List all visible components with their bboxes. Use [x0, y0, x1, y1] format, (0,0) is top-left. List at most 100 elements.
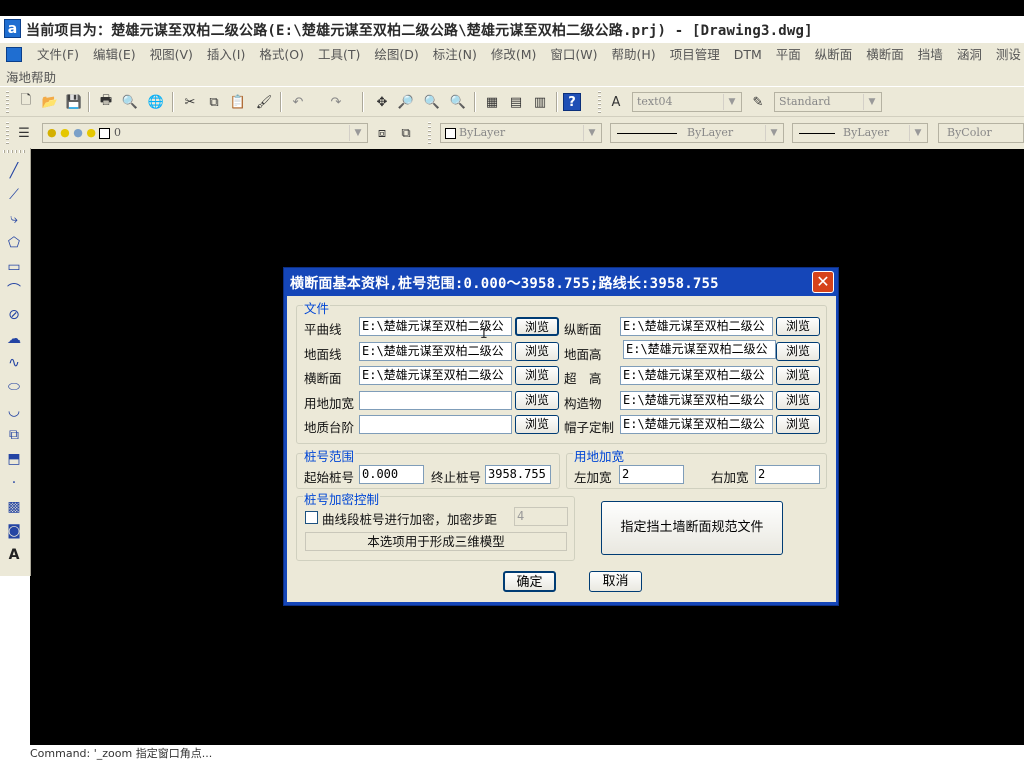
structure-field[interactable]: E:\楚雄元谋至双柏二级公 [620, 391, 773, 410]
menu-profile[interactable]: 纵断面 [808, 46, 860, 64]
cancel-button[interactable]: 取消 [589, 571, 642, 592]
hatch-icon[interactable]: ▩ [5, 498, 23, 516]
ok-button[interactable]: 确定 [503, 571, 556, 592]
line-icon[interactable]: ╱ [5, 162, 23, 180]
densify-checkbox[interactable] [305, 511, 318, 524]
browse-cross-section-button[interactable]: 浏览 [515, 366, 559, 385]
browse-cap-custom-button[interactable]: 浏览 [776, 415, 820, 434]
arc-icon[interactable]: ⌒ [5, 282, 23, 300]
lightbulb-icon[interactable]: ● [47, 126, 57, 139]
toolbar-grip[interactable] [6, 91, 9, 113]
help-icon[interactable]: ? [563, 93, 581, 111]
lineweight-dropdown[interactable]: ByLayer ▼ [792, 123, 928, 143]
geology-step-field[interactable] [359, 415, 512, 434]
menu-insert[interactable]: 插入(I) [200, 46, 252, 64]
polyline-icon[interactable]: ⤷ [5, 210, 23, 228]
properties-icon[interactable]: ▦ [482, 92, 502, 112]
browse-land-widen-button[interactable]: 浏览 [515, 391, 559, 410]
spline-icon[interactable]: ∿ [5, 354, 23, 372]
browse-structure-button[interactable]: 浏览 [776, 391, 820, 410]
zoom-window-icon[interactable]: 🔍 [422, 92, 442, 112]
menu-view[interactable]: 视图(V) [143, 46, 200, 64]
region-icon[interactable]: ◙ [5, 522, 23, 540]
browse-horizontal-curve-button[interactable]: 浏览 [515, 317, 559, 336]
make-block-icon[interactable]: ⬒ [5, 450, 23, 468]
dim-style-dropdown[interactable]: Standard ▼ [774, 92, 882, 112]
ground-elevation-field[interactable]: E:\楚雄元谋至双柏二级公 [623, 340, 776, 359]
menu-edit[interactable]: 编辑(E) [86, 46, 143, 64]
menu-cross-section[interactable]: 横断面 [859, 46, 911, 64]
toolbar-grip[interactable] [598, 91, 601, 113]
revision-cloud-icon[interactable]: ☁ [5, 330, 23, 348]
copy-icon[interactable]: ⧉ [204, 92, 224, 112]
text-style-dropdown[interactable]: text04 ▼ [632, 92, 742, 112]
publish-icon[interactable]: 🌐 [146, 92, 166, 112]
left-widen-field[interactable]: 2 [619, 465, 684, 484]
pan-icon[interactable]: ✥ [372, 92, 392, 112]
text-style-icon[interactable]: A [606, 92, 626, 112]
print-preview-icon[interactable]: 🔍 [120, 92, 140, 112]
ground-line-field[interactable]: E:\楚雄元谋至双柏二级公 [359, 342, 512, 361]
menu-dtm[interactable]: DTM [727, 46, 769, 64]
browse-ground-elevation-button[interactable]: 浏览 [776, 342, 820, 361]
document-system-icon[interactable] [6, 47, 22, 62]
insert-block-icon[interactable]: ⧉ [5, 426, 23, 444]
save-icon[interactable]: 💾 [64, 92, 84, 112]
menu-tools[interactable]: 工具(T) [311, 46, 367, 64]
menu-format[interactable]: 格式(O) [252, 46, 311, 64]
retaining-wall-spec-button[interactable]: 指定挡土墙断面规范文件 [601, 501, 783, 555]
end-station-field[interactable]: 3958.755 [485, 465, 551, 484]
toolbar-grip[interactable] [6, 122, 9, 144]
sun-icon[interactable]: ● [60, 126, 70, 139]
layer-manager-icon[interactable]: ☰ [14, 123, 34, 143]
undo-icon[interactable]: ↶ [288, 92, 308, 112]
circle-icon[interactable]: ⊘ [5, 306, 23, 324]
polygon-icon[interactable]: ⬠ [5, 234, 23, 252]
menu-window[interactable]: 窗口(W) [543, 46, 604, 64]
open-folder-icon[interactable]: 📂 [40, 92, 60, 112]
print-icon[interactable]: 🖶 [96, 92, 116, 112]
browse-geology-step-button[interactable]: 浏览 [515, 415, 559, 434]
zoom-realtime-icon[interactable]: 🔎 [396, 92, 416, 112]
layer-previous-icon[interactable]: ⧉ [396, 123, 416, 143]
zoom-previous-icon[interactable]: 🔍 [448, 92, 468, 112]
new-file-icon[interactable]: 🗋 [16, 92, 36, 112]
start-station-field[interactable]: 0.000 [359, 465, 424, 484]
browse-ground-line-button[interactable]: 浏览 [515, 342, 559, 361]
redo-icon[interactable]: ↷ [326, 92, 346, 112]
menu-haidi-help[interactable]: 海地帮助 [6, 67, 56, 86]
browse-profile-button[interactable]: 浏览 [776, 317, 820, 336]
toolbar-grip[interactable] [428, 122, 431, 144]
horizontal-curve-field[interactable]: E:\楚雄元谋至双柏二级公 [359, 317, 512, 336]
menu-help[interactable]: 帮助(H) [605, 46, 663, 64]
menu-project[interactable]: 项目管理 [663, 46, 727, 64]
design-center-icon[interactable]: ▤ [506, 92, 526, 112]
cap-custom-field[interactable]: E:\楚雄元谋至双柏二级公 [620, 415, 773, 434]
point-icon[interactable]: · [5, 474, 23, 492]
browse-superelevation-button[interactable]: 浏览 [776, 366, 820, 385]
lock-icon[interactable]: ● [73, 126, 83, 139]
plot-icon[interactable]: ● [86, 126, 96, 139]
plotstyle-dropdown[interactable]: ByColor [938, 123, 1024, 143]
ellipse-icon[interactable]: ⬭ [5, 378, 23, 396]
menu-dimension[interactable]: 标注(N) [426, 46, 484, 64]
multiline-text-icon[interactable]: A [5, 546, 23, 564]
profile-field[interactable]: E:\楚雄元谋至双柏二级公 [620, 317, 773, 336]
right-widen-field[interactable]: 2 [755, 465, 820, 484]
land-widen-file-field[interactable] [359, 391, 512, 410]
superelevation-field[interactable]: E:\楚雄元谋至双柏二级公 [620, 366, 773, 385]
menu-retaining-wall[interactable]: 挡墙 [911, 46, 950, 64]
ellipse-arc-icon[interactable]: ◡ [5, 402, 23, 420]
app-icon[interactable]: a [4, 19, 21, 38]
match-properties-icon[interactable]: 🖌 [254, 92, 274, 112]
color-dropdown[interactable]: ByLayer ▼ [440, 123, 602, 143]
cut-icon[interactable]: ✂ [180, 92, 200, 112]
menu-draw[interactable]: 绘图(D) [367, 46, 425, 64]
rectangle-icon[interactable]: ▭ [5, 258, 23, 276]
tool-palettes-icon[interactable]: ▥ [530, 92, 550, 112]
linetype-dropdown[interactable]: ByLayer ▼ [610, 123, 784, 143]
close-icon[interactable]: ✕ [812, 271, 834, 293]
make-layer-current-icon[interactable]: ⧈ [372, 123, 392, 143]
menu-survey[interactable]: 测设 [989, 46, 1024, 64]
menu-modify[interactable]: 修改(M) [484, 46, 544, 64]
